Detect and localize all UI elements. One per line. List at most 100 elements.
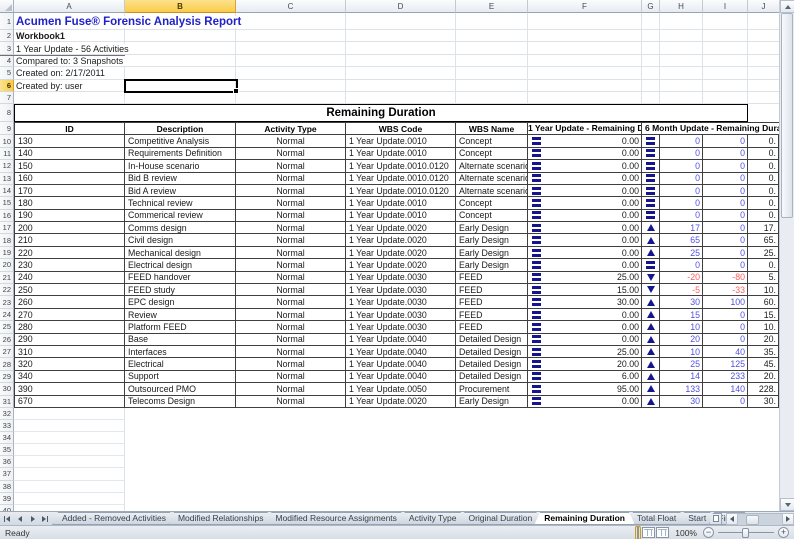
cell-wbs-code[interactable]: 1 Year Update.0010.0120 (346, 185, 456, 197)
cell-year-update-value[interactable]: 0.00 (528, 396, 642, 408)
cell-six-month-delta[interactable]: 25 (660, 247, 703, 259)
cell-description[interactable]: Competitive Analysis (125, 135, 236, 147)
cell-id[interactable]: 340 (14, 371, 125, 383)
cell-activity-type[interactable]: Normal (236, 396, 346, 408)
cell-year-update-value[interactable]: 0.00 (528, 197, 642, 209)
cell-six-month-value[interactable]: 0. (748, 210, 779, 222)
row-number[interactable]: 39 (0, 493, 14, 505)
scroll-right-button[interactable] (782, 513, 794, 525)
cell-six-month-value[interactable]: 0. (748, 197, 779, 209)
cell-activity-type[interactable]: Normal (236, 160, 346, 172)
cell-wbs-code[interactable]: 1 Year Update.0030 (346, 309, 456, 321)
scroll-left-button[interactable] (726, 513, 738, 525)
cell-six-month-percent[interactable]: -80 (703, 272, 748, 284)
insert-worksheet-button[interactable] (709, 513, 722, 525)
cell-wbs-name[interactable]: Procurement (456, 383, 528, 395)
col-header-a[interactable]: A (14, 0, 125, 13)
cell-activity-type[interactable]: Normal (236, 272, 346, 284)
cell-year-update-value[interactable]: 0.00 (528, 321, 642, 333)
cell-id[interactable]: 190 (14, 210, 125, 222)
cell-wbs-name[interactable]: Alternate scenario (456, 173, 528, 185)
cell-wbs-name[interactable]: FEED (456, 284, 528, 296)
cell-id[interactable]: 150 (14, 160, 125, 172)
cell-activity-type[interactable]: Normal (236, 210, 346, 222)
cell-year-update-value[interactable]: 25.00 (528, 272, 642, 284)
cell-six-month-delta[interactable]: 30 (660, 396, 703, 408)
header-wbs-code[interactable]: WBS Code (346, 122, 456, 136)
cell-six-month-percent[interactable]: 0 (703, 160, 748, 172)
cell-wbs-name[interactable]: Detailed Design (456, 346, 528, 358)
cell-description[interactable]: Outsourced PMO (125, 383, 236, 395)
row-number[interactable]: 9 (0, 122, 14, 136)
cell-activity-type[interactable]: Normal (236, 284, 346, 296)
cell-description[interactable]: Telecoms Design (125, 396, 236, 408)
cell-year-update-value[interactable]: 0.00 (528, 334, 642, 346)
cell-description[interactable]: Interfaces (125, 346, 236, 358)
cells[interactable] (14, 55, 779, 67)
cell-wbs-code[interactable]: 1 Year Update.0020 (346, 222, 456, 234)
header-six-month-update[interactable]: 6 Month Update - Remaining Duration (642, 122, 779, 136)
cell-activity-type[interactable]: Normal (236, 185, 346, 197)
cell-year-update-value[interactable]: 0.00 (528, 259, 642, 271)
cell-year-update-value[interactable]: 0.00 (528, 173, 642, 185)
cell-six-month-percent[interactable]: 0 (703, 148, 748, 160)
cell-description[interactable]: Platform FEED (125, 321, 236, 333)
row-number[interactable]: 31 (0, 396, 14, 408)
cell-trend[interactable] (642, 346, 660, 358)
header-wbs-name[interactable]: WBS Name (456, 122, 528, 136)
cell-wbs-name[interactable]: Early Design (456, 247, 528, 259)
cell-six-month-percent[interactable]: 0 (703, 247, 748, 259)
cell-six-month-value[interactable]: 0. (748, 160, 779, 172)
cell-six-month-value[interactable]: 0. (748, 259, 779, 271)
header-year-update[interactable]: 1 Year Update - Remaining Duration (528, 122, 642, 136)
cell-six-month-delta[interactable]: 0 (660, 197, 703, 209)
cell-six-month-delta[interactable]: 0 (660, 148, 703, 160)
cell-six-month-delta[interactable]: 0 (660, 160, 703, 172)
cell-six-month-percent[interactable]: 0 (703, 135, 748, 147)
cell-trend[interactable] (642, 197, 660, 209)
cell-description[interactable]: Support (125, 371, 236, 383)
cell-six-month-delta[interactable]: 17 (660, 222, 703, 234)
cell-year-update-value[interactable]: 0.00 (528, 210, 642, 222)
row-number[interactable]: 4 (0, 55, 14, 67)
cell-six-month-percent[interactable]: 0 (703, 173, 748, 185)
cell-six-month-percent[interactable]: 0 (703, 321, 748, 333)
row-number[interactable]: 29 (0, 371, 14, 383)
cell-six-month-percent[interactable]: -33 (703, 284, 748, 296)
sheet-tab[interactable]: Original Duration (458, 512, 542, 525)
cells[interactable] (14, 432, 779, 444)
cell-activity-type[interactable]: Normal (236, 346, 346, 358)
cell-activity-type[interactable]: Normal (236, 135, 346, 147)
cell-wbs-name[interactable]: FEED (456, 321, 528, 333)
cell-trend[interactable] (642, 247, 660, 259)
cells[interactable] (14, 420, 779, 432)
cell-description[interactable]: Base (125, 334, 236, 346)
cell-six-month-value[interactable]: 228. (748, 383, 779, 395)
next-sheet-button[interactable] (26, 513, 39, 525)
page-layout-view-button[interactable] (642, 527, 655, 538)
cell-trend[interactable] (642, 148, 660, 160)
cell-six-month-value[interactable]: 10. (748, 321, 779, 333)
cell-year-update-value[interactable]: 0.00 (528, 160, 642, 172)
col-header-e[interactable]: E (456, 0, 528, 13)
cell-wbs-code[interactable]: 1 Year Update.0010 (346, 210, 456, 222)
cell-six-month-percent[interactable]: 0 (703, 222, 748, 234)
cell-six-month-value[interactable]: 60. (748, 296, 779, 308)
cell-six-month-percent[interactable]: 0 (703, 334, 748, 346)
cell-trend[interactable] (642, 371, 660, 383)
cell-year-update-value[interactable]: 0.00 (528, 222, 642, 234)
cell-trend[interactable] (642, 185, 660, 197)
cell-wbs-code[interactable]: 1 Year Update.0050 (346, 383, 456, 395)
cell-six-month-value[interactable]: 65. (748, 234, 779, 246)
cell-wbs-name[interactable]: Detailed Design (456, 371, 528, 383)
row-number[interactable]: 26 (0, 334, 14, 346)
row-number[interactable]: 20 (0, 259, 14, 271)
row-number[interactable]: 12 (0, 160, 14, 172)
row-number[interactable]: 25 (0, 321, 14, 333)
cell-six-month-value[interactable]: 5. (748, 272, 779, 284)
zoom-level[interactable]: 100% (675, 528, 697, 538)
cell-activity-type[interactable]: Normal (236, 296, 346, 308)
row-number[interactable]: 30 (0, 383, 14, 395)
cells[interactable] (14, 444, 779, 456)
cell-id[interactable]: 390 (14, 383, 125, 395)
